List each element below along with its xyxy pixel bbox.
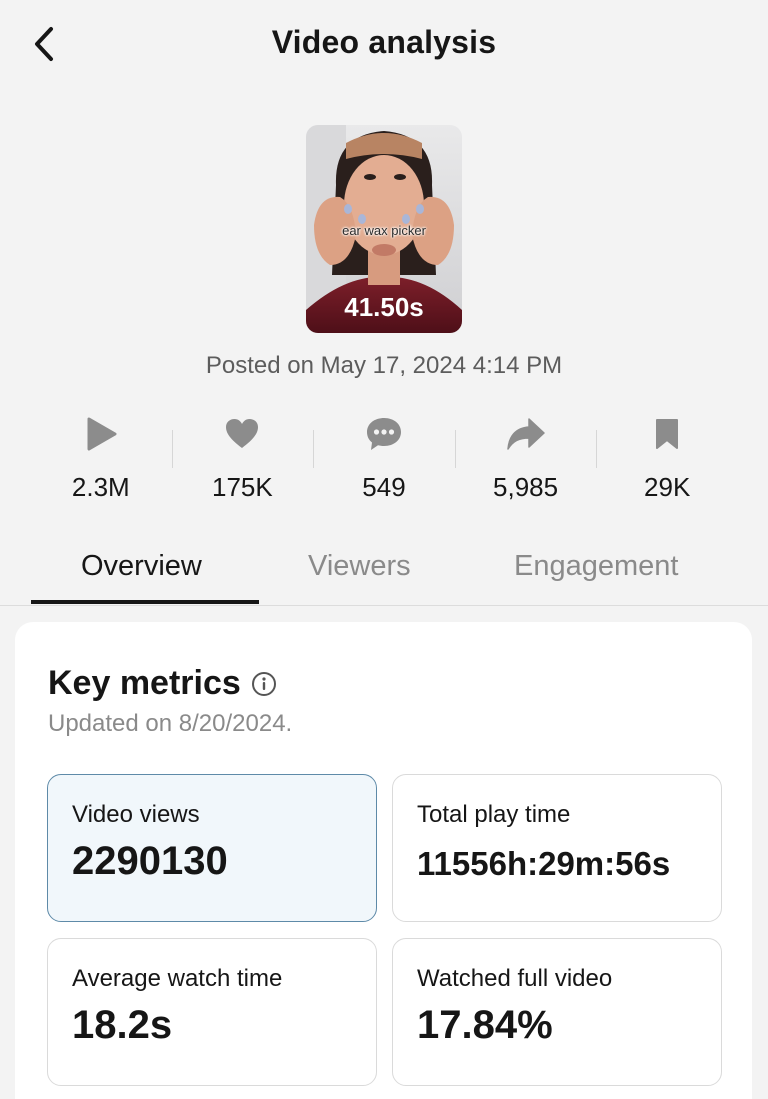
video-caption: ear wax picker	[342, 223, 426, 238]
stat-comments: 549	[313, 412, 455, 512]
metric-label: Watched full video	[417, 965, 613, 992]
stat-views: 2.3M	[30, 412, 172, 512]
tab-bar: Overview Viewers Engagement	[0, 540, 768, 606]
header: Video analysis	[0, 0, 768, 88]
posted-date: Posted on May 17, 2024 4:14 PM	[205, 352, 563, 379]
info-icon[interactable]	[251, 671, 277, 697]
metric-value: 11556h:29m:56s	[417, 845, 671, 882]
stat-shares: 5,985	[454, 412, 597, 512]
stats-row: 2.3M 175K 549 5,985 29K	[30, 412, 738, 512]
metric-label: Video views	[72, 801, 200, 828]
metric-value: 18.2s	[72, 1003, 173, 1047]
stat-saves: 29K	[596, 412, 738, 512]
metric-value: 17.84%	[417, 1003, 553, 1047]
stat-value: 5,985	[493, 472, 559, 502]
stat-value: 549	[362, 472, 406, 502]
play-icon	[81, 412, 121, 456]
metric-video-views[interactable]: Video views 2290130	[47, 774, 377, 922]
bookmark-icon	[647, 412, 687, 456]
comment-icon	[364, 412, 404, 456]
key-metrics-title: Key metrics	[48, 664, 241, 702]
video-thumbnail[interactable]: ear wax picker 41.50s	[306, 125, 462, 333]
tab-overview[interactable]: Overview	[81, 550, 202, 583]
heart-icon	[222, 412, 262, 456]
metric-average-watch-time[interactable]: Average watch time 18.2s	[47, 938, 377, 1086]
metric-total-play-time[interactable]: Total play time 11556h:29m:56s	[392, 774, 722, 922]
key-metrics-card: Key metrics Updated on 8/20/2024. Video …	[15, 622, 752, 1099]
metric-watched-full-video[interactable]: Watched full video 17.84%	[392, 938, 722, 1086]
stat-value: 175K	[212, 472, 273, 502]
stat-value: 29K	[644, 472, 691, 502]
video-analysis-screen: Video analysis ear wax picker 41.50s Pos…	[0, 0, 768, 1099]
metric-label: Total play time	[417, 801, 571, 828]
tab-viewers[interactable]: Viewers	[308, 550, 411, 583]
metric-value: 2290130	[72, 839, 228, 883]
metric-label: Average watch time	[72, 965, 283, 992]
page-title: Video analysis	[271, 24, 497, 60]
stat-value: 2.3M	[71, 472, 130, 502]
share-icon	[506, 412, 546, 456]
stat-likes: 175K	[171, 412, 314, 512]
video-duration: 41.50s	[344, 292, 424, 322]
updated-date: Updated on 8/20/2024.	[48, 710, 293, 737]
tab-engagement[interactable]: Engagement	[514, 550, 678, 583]
key-metrics-heading: Key metrics	[48, 664, 277, 703]
active-tab-indicator	[31, 600, 259, 604]
